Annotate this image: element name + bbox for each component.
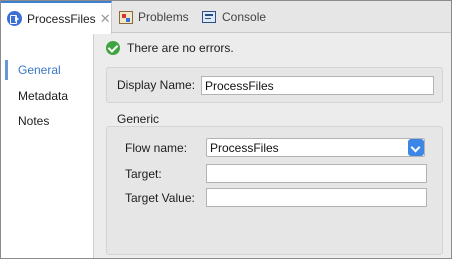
generic-panel: Flow name: ProcessFiles Target: Target V… bbox=[106, 126, 443, 255]
problems-icon bbox=[119, 10, 133, 24]
console-icon bbox=[202, 11, 216, 23]
sidebar-item-notes[interactable]: Notes bbox=[1, 109, 93, 133]
tab-console[interactable]: Console bbox=[202, 1, 266, 33]
editor-tab-bar: ProcessFiles ✕ Problems Console bbox=[1, 1, 451, 34]
flow-name-label: Flow name: bbox=[125, 141, 188, 155]
tab-label: Problems bbox=[138, 10, 189, 24]
check-icon bbox=[106, 41, 120, 55]
properties-content: There are no errors. Display Name: Gener… bbox=[94, 34, 451, 258]
target-input[interactable] bbox=[206, 164, 427, 183]
display-name-input[interactable] bbox=[201, 76, 434, 95]
tab-problems[interactable]: Problems bbox=[119, 1, 189, 33]
tab-processfiles[interactable]: ProcessFiles ✕ bbox=[1, 1, 112, 34]
target-value-input[interactable] bbox=[206, 188, 427, 207]
sidebar-item-label: General bbox=[18, 63, 61, 77]
display-name-panel: Display Name: bbox=[106, 67, 443, 103]
flow-icon bbox=[7, 11, 22, 26]
sidebar-item-label: Metadata bbox=[18, 89, 69, 103]
window-frame: ProcessFiles ✕ Problems Console General … bbox=[0, 0, 452, 259]
close-icon[interactable]: ✕ bbox=[100, 12, 111, 25]
tab-label: ProcessFiles bbox=[27, 11, 96, 26]
target-label: Target: bbox=[125, 167, 162, 181]
properties-sidebar: General Metadata Notes bbox=[1, 34, 94, 258]
flow-name-select[interactable]: ProcessFiles bbox=[206, 138, 425, 157]
target-value-label: Target Value: bbox=[125, 191, 195, 205]
sidebar-item-general[interactable]: General bbox=[1, 58, 93, 82]
sidebar-item-metadata[interactable]: Metadata bbox=[1, 84, 93, 108]
chevron-down-icon[interactable] bbox=[408, 139, 424, 156]
section-title-generic: Generic bbox=[117, 112, 160, 126]
display-name-label: Display Name: bbox=[117, 78, 196, 92]
status-text: There are no errors. bbox=[127, 41, 234, 55]
tab-label: Console bbox=[222, 10, 267, 24]
flow-name-value: ProcessFiles bbox=[210, 140, 279, 155]
sidebar-item-label: Notes bbox=[18, 114, 50, 128]
validation-status: There are no errors. bbox=[106, 40, 234, 56]
